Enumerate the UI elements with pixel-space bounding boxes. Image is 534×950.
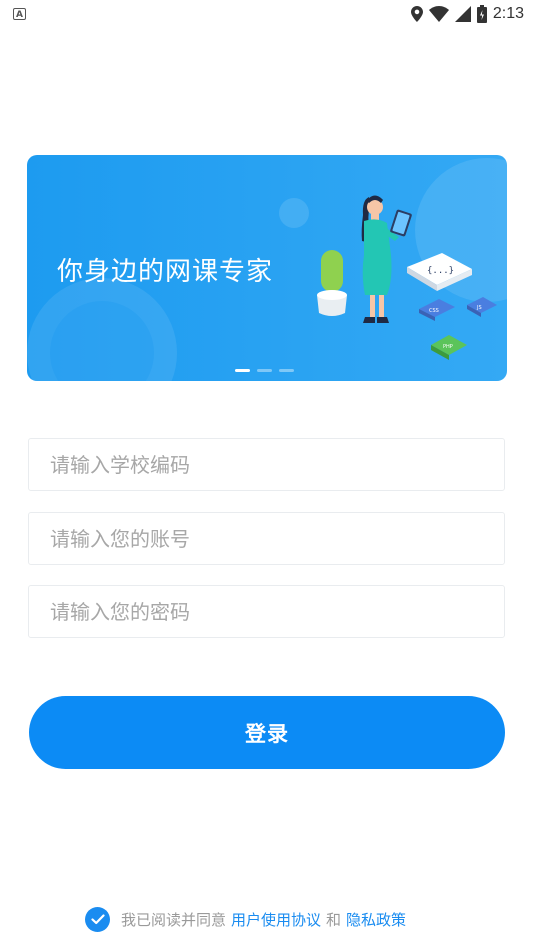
user-agreement-link[interactable]: 用户使用协议 [231, 909, 321, 930]
account-field [28, 512, 505, 565]
banner-dot-3[interactable] [279, 369, 294, 372]
signal-icon [454, 6, 471, 22]
wifi-icon [428, 6, 449, 22]
login-button[interactable]: 登录 [29, 696, 505, 769]
checkmark-icon [90, 913, 105, 924]
svg-text:PHP: PHP [443, 344, 453, 350]
status-time: 2:13 [492, 5, 524, 22]
svg-text:CSS: CSS [429, 308, 439, 314]
agreement-checkbox[interactable] [85, 906, 110, 932]
css-card: CSS [419, 299, 455, 321]
login-page: A 2:13 你身边的网课专家 {...} CSS JS PHP 请输入学校编码… [0, 0, 534, 950]
password-field [28, 585, 505, 638]
status-right-group: 2:13 [410, 4, 524, 24]
woman-figure [361, 195, 412, 323]
agreement-row: 我已阅读并同意 用户使用协议 和 隐私政策 [85, 905, 406, 933]
teacher-illustration: {...} CSS JS PHP [317, 195, 497, 360]
php-card: PHP [431, 335, 467, 360]
battery-icon [476, 5, 487, 23]
svg-text:{...}: {...} [427, 266, 454, 276]
cactus-plant [317, 250, 347, 316]
banner-dot-2[interactable] [257, 369, 272, 372]
banner-carousel[interactable]: 你身边的网课专家 {...} CSS JS PHP [27, 155, 507, 381]
svg-text:JS: JS [476, 305, 482, 311]
location-icon [410, 6, 423, 22]
code-board: {...} [407, 253, 472, 291]
privacy-policy-link[interactable]: 隐私政策 [346, 909, 406, 930]
account-input[interactable] [29, 513, 504, 564]
banner-dot-1[interactable] [235, 369, 250, 372]
password-input[interactable] [29, 586, 504, 637]
notification-a-icon: A [13, 8, 26, 20]
school-code-input[interactable] [29, 439, 504, 490]
js-card: JS [467, 297, 497, 317]
agreement-and: 和 [326, 910, 342, 929]
banner-title: 你身边的网课专家 [57, 257, 274, 287]
banner-pagination [235, 369, 294, 372]
status-bar: A 2:13 [0, 0, 534, 28]
school-code-field [28, 438, 505, 491]
agreement-prefix: 我已阅读并同意 [121, 910, 227, 929]
